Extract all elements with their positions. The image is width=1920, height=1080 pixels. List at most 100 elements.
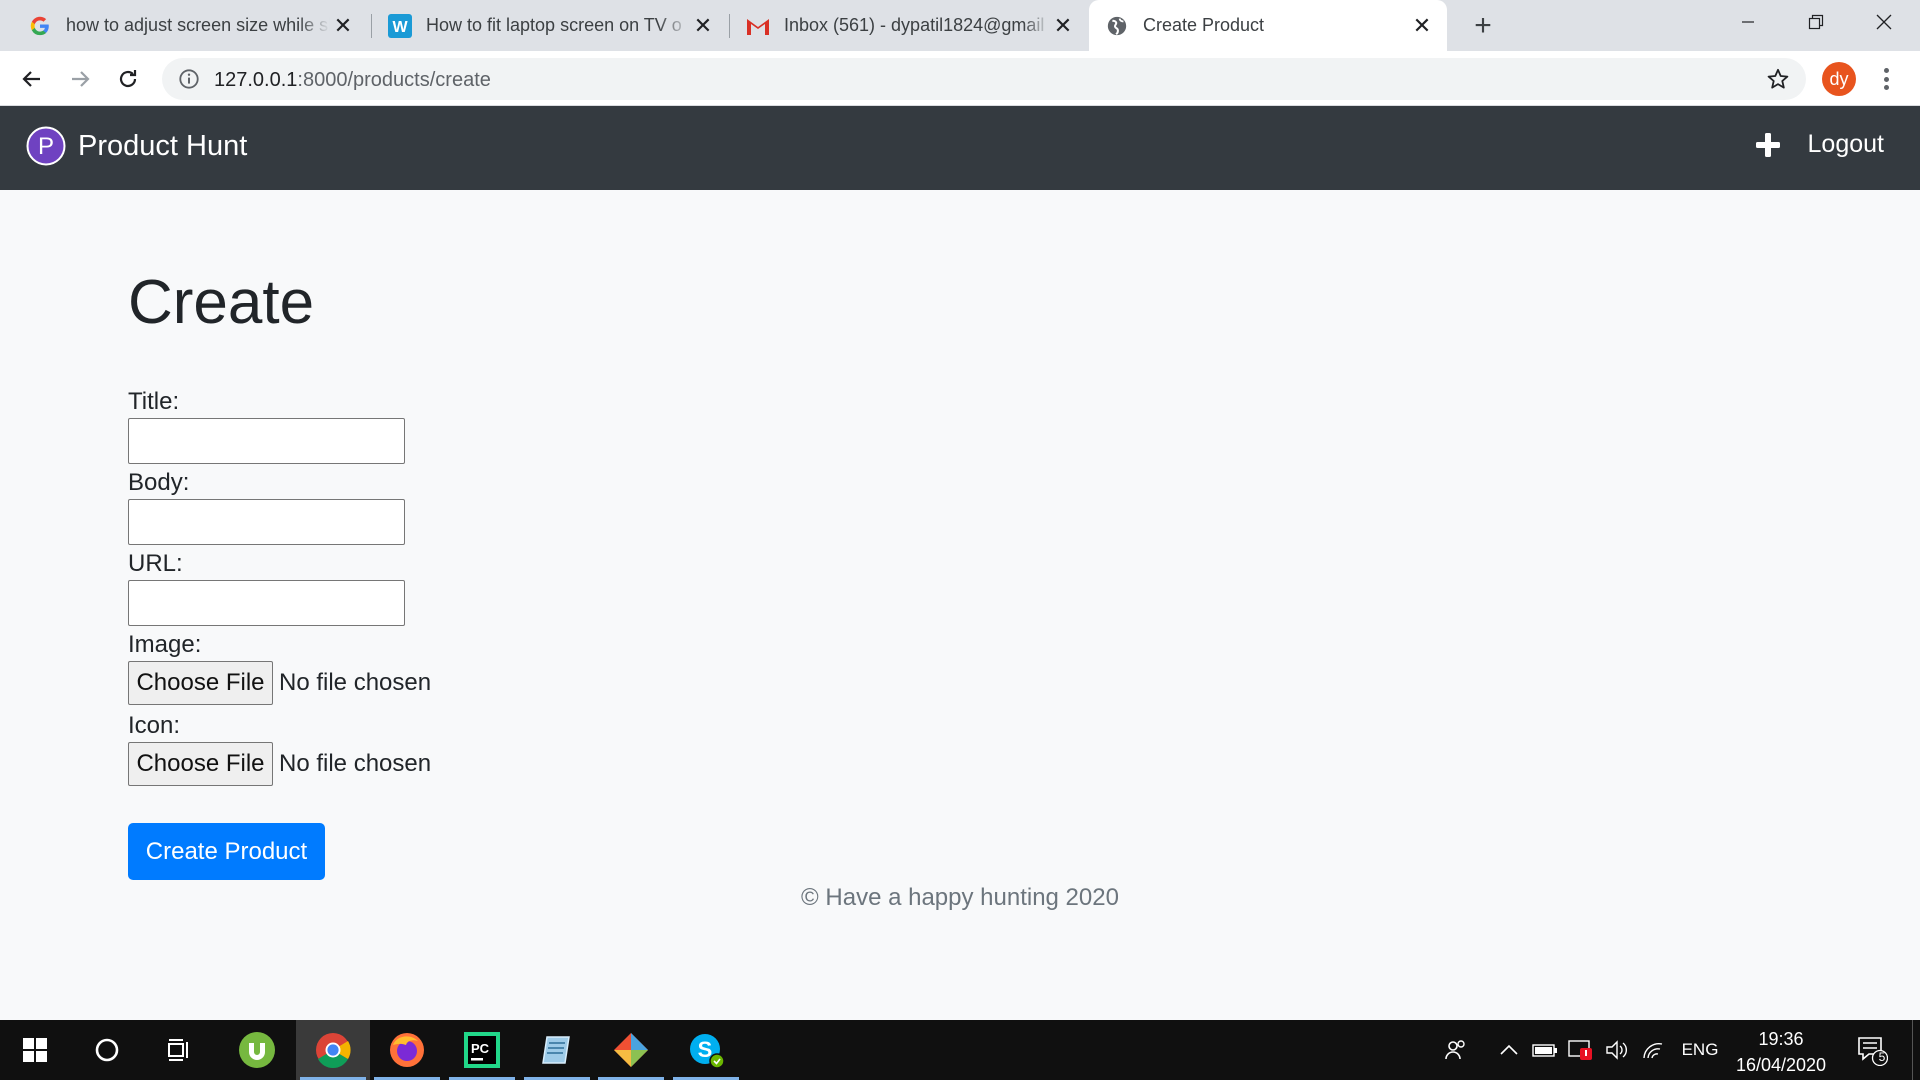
new-tab-button[interactable]: + (1466, 9, 1500, 43)
url-input[interactable] (128, 580, 405, 626)
icon-label: Icon: (128, 712, 181, 739)
taskbar-app-pycharm[interactable]: PC (445, 1020, 519, 1080)
product-hunt-logo-icon: P (26, 126, 66, 166)
browser-toolbar: 127.0.0.1:8000/products/create dy (0, 51, 1920, 106)
back-button[interactable] (12, 59, 52, 99)
action-center-button[interactable]: 5 (1850, 1020, 1894, 1080)
show-desktop-button[interactable] (1912, 1020, 1920, 1080)
url-host: 127.0.0.1 (214, 69, 298, 91)
browser-tab-title: how to adjust screen size while sl (66, 15, 330, 35)
windows-taskbar: PC S ENG 19:36 16/04/2020 5 (0, 1020, 1920, 1080)
utorrent-icon (239, 1032, 275, 1068)
page-title: Create (128, 268, 315, 337)
url-label: URL: (128, 550, 183, 577)
body-label: Body: (128, 469, 190, 496)
taskbar-app-skype[interactable]: S (669, 1020, 743, 1080)
minimize-window-button[interactable] (1714, 0, 1782, 44)
wifi-icon (1643, 1042, 1663, 1059)
image-file-status: No file chosen (279, 669, 432, 696)
icon-file-input: Choose File No file chosen (128, 742, 431, 786)
chrome-icon (316, 1033, 351, 1068)
browser-tab-title: Create Product (1143, 15, 1265, 35)
bookmark-star-icon[interactable] (1766, 67, 1790, 91)
browser-tab-google[interactable]: how to adjust screen size while sl ✕ (0, 0, 368, 51)
gmail-icon (746, 14, 770, 38)
browser-tabstrip: how to adjust screen size while sl ✕ W H… (0, 0, 1920, 51)
brand-name: Product Hunt (78, 129, 248, 162)
people-button[interactable] (1436, 1020, 1476, 1080)
close-icon[interactable]: ✕ (690, 13, 716, 39)
task-view-button[interactable] (145, 1020, 215, 1080)
icon-file-status: No file chosen (279, 750, 432, 777)
taskbar-app-git[interactable] (594, 1020, 668, 1080)
restore-window-button[interactable] (1782, 0, 1850, 44)
firefox-icon (390, 1033, 424, 1067)
info-icon[interactable] (178, 68, 200, 90)
google-icon (28, 14, 52, 38)
icon-choose-file-button[interactable]: Choose File (128, 742, 273, 786)
start-button[interactable] (0, 1020, 70, 1080)
taskbar-app-firefox[interactable] (370, 1020, 444, 1080)
svg-text:W: W (392, 19, 408, 36)
close-window-button[interactable] (1850, 0, 1918, 44)
profile-avatar[interactable]: dy (1822, 62, 1856, 96)
arrow-right-icon (72, 71, 90, 87)
browser-tab-create-product[interactable]: Create Product ✕ (1089, 0, 1447, 51)
notepad-icon (542, 1036, 570, 1064)
browser-tab-wikihow[interactable]: W How to fit laptop screen on TV o ✕ (372, 0, 728, 51)
close-icon[interactable]: ✕ (1050, 13, 1076, 39)
image-label: Image: (128, 631, 202, 658)
create-product-button[interactable]: Create Product (128, 823, 325, 880)
close-icon[interactable]: ✕ (330, 13, 356, 39)
taskbar-app-chrome[interactable] (296, 1020, 370, 1080)
url-text: 127.0.0.1:8000/products/create (214, 69, 491, 92)
wikihow-icon: W (388, 13, 412, 38)
url-path: :8000/products/create (297, 69, 491, 91)
title-label: Title: (128, 388, 180, 415)
chevron-up-icon (1500, 1044, 1518, 1055)
search-button[interactable] (72, 1020, 142, 1080)
people-icon (1445, 1040, 1465, 1060)
arrow-left-icon (22, 71, 40, 87)
logo-letter: P (38, 133, 54, 160)
body-input[interactable] (128, 499, 405, 545)
notification-count-badge: 5 (1878, 1050, 1886, 1064)
site-navbar: P Product Hunt Logout (0, 106, 1920, 190)
close-icon[interactable]: ✕ (1409, 13, 1435, 39)
globe-icon (1105, 14, 1129, 38)
brand-link[interactable]: P Product Hunt (26, 126, 247, 166)
image-file-input: Choose File No file chosen (128, 661, 431, 705)
security-status[interactable] (1564, 1020, 1598, 1080)
image-choose-file-button[interactable]: Choose File (128, 661, 273, 705)
taskbar-app-notepad[interactable] (520, 1020, 594, 1080)
reload-icon (119, 70, 137, 88)
browser-tab-title: Inbox (561) - dypatil1824@gmail (784, 15, 1045, 35)
speaker-icon (1606, 1040, 1627, 1060)
navbar-actions: Logout (1754, 130, 1884, 159)
pycharm-icon: PC (464, 1032, 500, 1068)
footer-text: © Have a happy hunting 2020 (801, 884, 1119, 911)
address-bar[interactable]: 127.0.0.1:8000/products/create (162, 58, 1806, 100)
skype-icon: S (690, 1034, 725, 1069)
system-clock[interactable]: 19:36 16/04/2020 (1726, 1026, 1836, 1078)
title-input[interactable] (128, 418, 405, 464)
show-hidden-icons-button[interactable] (1492, 1020, 1526, 1080)
browser-tab-title: How to fit laptop screen on TV o (426, 15, 682, 35)
browser-menu-icon[interactable] (1876, 65, 1896, 93)
battery-status[interactable] (1528, 1020, 1562, 1080)
clock-date: 16/04/2020 (1735, 1055, 1827, 1075)
network-status[interactable] (1636, 1020, 1670, 1080)
security-alert-icon (1568, 1040, 1592, 1060)
volume-control[interactable] (1600, 1020, 1634, 1080)
logout-link[interactable]: Logout (1808, 130, 1884, 159)
svg-text:PC: PC (471, 1041, 490, 1056)
git-icon (614, 1033, 648, 1067)
battery-icon (1532, 1044, 1557, 1057)
browser-tab-gmail[interactable]: Inbox (561) - dypatil1824@gmail ✕ (730, 0, 1088, 51)
plus-icon[interactable] (1754, 131, 1782, 159)
taskbar-app-utorrent[interactable] (220, 1020, 294, 1080)
task-view-icon (168, 1039, 188, 1061)
forward-button[interactable] (60, 59, 100, 99)
input-language[interactable]: ENG (1674, 1020, 1726, 1080)
reload-button[interactable] (108, 59, 148, 99)
